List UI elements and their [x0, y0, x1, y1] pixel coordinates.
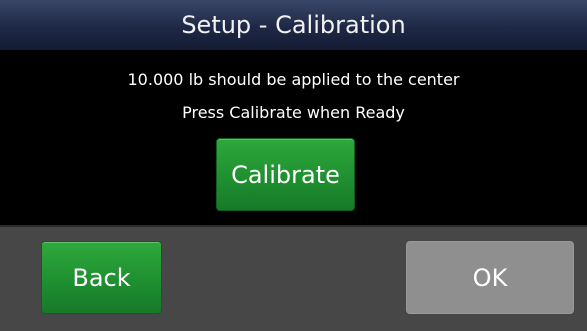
- title-bar: Setup - Calibration: [0, 0, 587, 50]
- calibrate-button[interactable]: Calibrate: [216, 138, 355, 211]
- page-title: Setup - Calibration: [181, 11, 406, 39]
- back-button[interactable]: Back: [41, 241, 162, 314]
- instruction-ready-text: Press Calibrate when Ready: [182, 103, 405, 122]
- calibration-screen: Setup - Calibration 10.000 lb should be …: [0, 0, 587, 331]
- ok-button[interactable]: OK: [406, 241, 574, 314]
- instruction-weight-text: 10.000 lb should be applied to the cente…: [127, 70, 460, 89]
